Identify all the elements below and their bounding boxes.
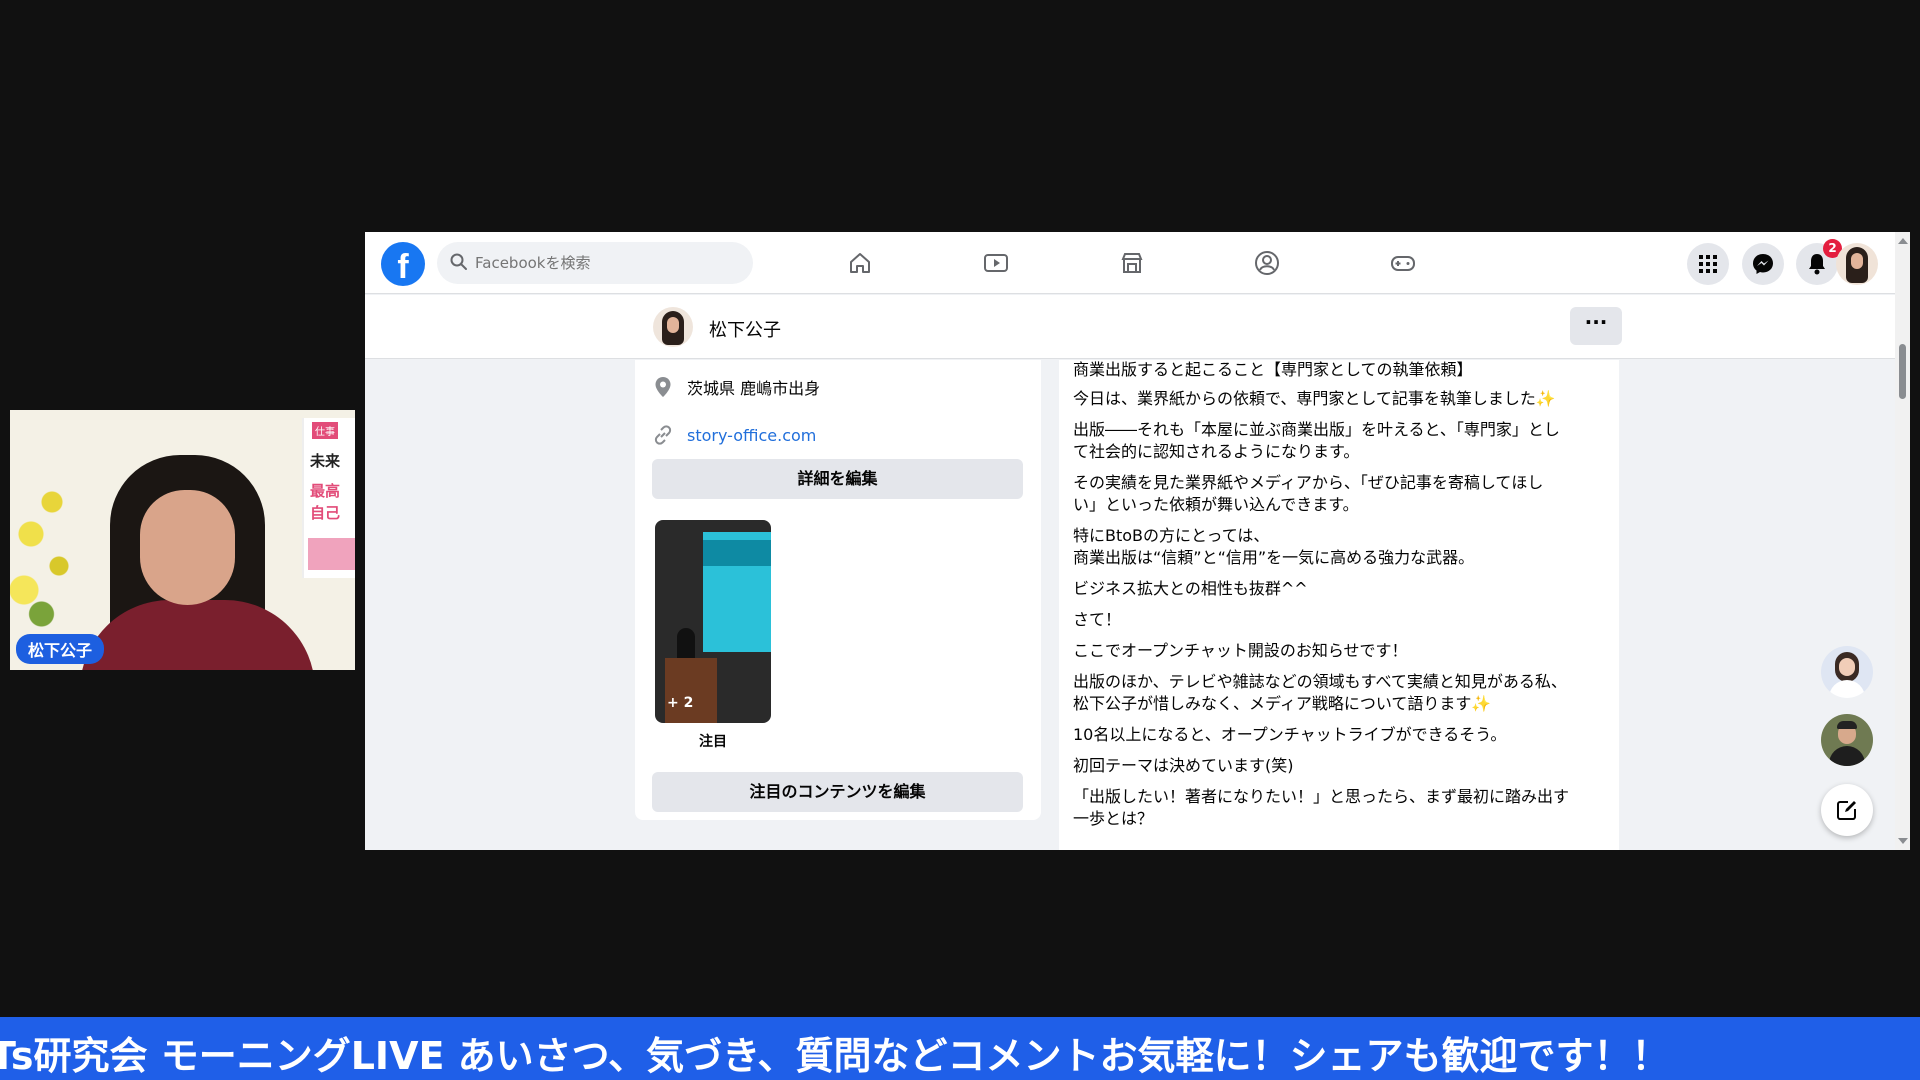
home-icon xyxy=(850,253,870,273)
contact-face xyxy=(1839,658,1855,676)
nav-marketplace[interactable] xyxy=(1115,246,1149,280)
profile-avatar[interactable] xyxy=(653,307,693,347)
compose-icon xyxy=(1837,801,1856,820)
facebook-topbar: f Facebookを検索 2 xyxy=(365,232,1895,294)
menu-grid-icon xyxy=(1699,255,1717,273)
post-line: て社会的に認知されるようになります。 xyxy=(1073,442,1360,461)
scroll-down-arrow[interactable] xyxy=(1898,838,1908,844)
featured-more-count: + 2 xyxy=(667,695,694,711)
post-line: 「出版したい！著者になりたい！」と思ったら、まず最初に踏み出す xyxy=(1073,787,1570,806)
nav-groups[interactable] xyxy=(1250,246,1284,280)
nav-gaming[interactable] xyxy=(1386,246,1420,280)
intro-card: 茨城県 鹿嶋市出身 story-office.com 詳細を編集 + 2 注目 … xyxy=(635,360,1041,820)
contact-body xyxy=(1829,680,1865,698)
post-line: 商業出版は“信頼”と“信用”を一気に高める強力な武器。 xyxy=(1073,548,1475,567)
scrollbar-thumb[interactable] xyxy=(1899,344,1906,399)
post-line: 特にBtoBの方にとっては、 xyxy=(1073,526,1270,545)
groups-icon xyxy=(1255,251,1279,275)
featured-label: 注目 xyxy=(699,734,727,750)
bell-icon xyxy=(1809,254,1825,275)
profile-sticky-header: 松下公子 ··· xyxy=(365,295,1895,359)
post-line: その実績を見た業界紙やメディアから、「ぜひ記事を寄稿してほし xyxy=(1073,473,1544,492)
account-avatar[interactable] xyxy=(1836,243,1878,285)
new-message-button[interactable] xyxy=(1821,784,1873,836)
gaming-icon xyxy=(1391,256,1415,271)
location-text: 茨城県 鹿嶋市出身 xyxy=(687,379,821,398)
speaker-figure xyxy=(677,628,695,662)
nav-video[interactable] xyxy=(979,246,1013,280)
mimosa-plant xyxy=(10,470,80,630)
post-line: 初回テーマは決めています(笑) xyxy=(1073,756,1294,775)
post-line: 出版のほか、テレビや雑誌などの領域もすべて実績と知見がある私、 xyxy=(1073,672,1567,691)
post-line: 出版――それも「本屋に並ぶ商業出版」を叶えると、「専門家」とし xyxy=(1073,420,1560,439)
book-tag: 仕事 xyxy=(312,422,338,439)
book-title-line-2: 最高 xyxy=(310,482,341,500)
participant-name-label: 松下公子 xyxy=(16,634,105,664)
post-line: 商業出版すると起こること【専門家としての執筆依頼】 xyxy=(1073,360,1473,379)
post-line: ビジネス拡大との相性も抜群^^ xyxy=(1073,579,1308,598)
post-line: 10名以上になると、オープンチャットライブができるそう。 xyxy=(1073,725,1507,744)
profile-avatar-face xyxy=(667,317,679,333)
contact-body xyxy=(1829,746,1865,766)
post-line: い」といった依頼が舞い込んできます。 xyxy=(1073,495,1359,514)
contact-avatar[interactable] xyxy=(1821,714,1873,766)
post-body: 商業出版すると起こること【専門家としての執筆依頼】 今日は、業界紙からの依頼で、… xyxy=(1059,360,1619,850)
menu-button[interactable] xyxy=(1687,243,1729,285)
facebook-logo[interactable]: f xyxy=(381,242,425,286)
webcam-feed: 仕事 未来 最高 自己 松下公子 xyxy=(10,410,355,670)
more-options-button[interactable]: ··· xyxy=(1570,307,1622,345)
presenter-face xyxy=(140,490,235,605)
messenger-button[interactable] xyxy=(1742,243,1784,285)
page-scrollbar[interactable] xyxy=(1895,232,1910,850)
post-line: 一歩とは？ xyxy=(1073,809,1154,828)
contact-hair xyxy=(1837,721,1857,729)
search-icon xyxy=(450,253,467,270)
ticker-text: Ts研究会 モーニングLIVE あいさつ、気づき、質問などコメントお気軽に！シェ… xyxy=(0,1034,1670,1078)
location-pin-icon xyxy=(651,375,675,399)
stream-ticker: Ts研究会 モーニングLIVE あいさつ、気づき、質問などコメントお気軽に！シェ… xyxy=(0,1017,1920,1080)
scroll-up-arrow[interactable] xyxy=(1898,238,1908,244)
book-title-line-1: 未来 xyxy=(310,452,341,470)
book-cover: 仕事 未来 最高 自己 xyxy=(302,418,355,578)
avatar-face xyxy=(1851,253,1863,269)
website-link[interactable]: story-office.com xyxy=(687,426,816,445)
post-line: 今日は、業界紙からの依頼で、専門家として記事を執筆しました✨ xyxy=(1073,389,1556,408)
link-icon xyxy=(651,423,675,447)
post-line: ここでオープンチャット開設のお知らせです！ xyxy=(1073,641,1408,660)
stream-stage: 仕事 未来 最高 自己 松下公子 f Facebookを検索 2 松下公子 ··… xyxy=(0,0,1920,1080)
shared-screen: f Facebookを検索 2 松下公子 ··· 茨城県 鹿嶋市出身 story… xyxy=(365,232,1910,850)
search-input[interactable] xyxy=(475,250,745,276)
featured-collection-thumbnail[interactable]: + 2 xyxy=(655,520,771,723)
book-band xyxy=(308,538,355,570)
messenger-icon xyxy=(1753,254,1773,274)
website-row: story-office.com xyxy=(651,421,816,449)
edit-details-button[interactable]: 詳細を編集 xyxy=(652,459,1023,499)
video-icon xyxy=(984,254,1008,272)
edit-featured-button[interactable]: 注目のコンテンツを編集 xyxy=(652,772,1023,812)
contact-avatar[interactable] xyxy=(1821,646,1873,698)
book-title-line-3: 自己 xyxy=(310,504,341,522)
marketplace-icon xyxy=(1121,253,1143,273)
notifications-button[interactable]: 2 xyxy=(1796,239,1842,285)
presentation-screen-band xyxy=(703,540,771,566)
podium xyxy=(665,658,717,723)
search-box[interactable] xyxy=(437,242,753,284)
profile-name[interactable]: 松下公子 xyxy=(709,316,781,342)
location-row: 茨城県 鹿嶋市出身 xyxy=(651,373,820,401)
nav-home[interactable] xyxy=(843,246,877,280)
post-line: さて！ xyxy=(1073,610,1122,629)
post-line: 松下公子が惜しみなく、メディア戦略について語ります✨ xyxy=(1073,694,1492,713)
